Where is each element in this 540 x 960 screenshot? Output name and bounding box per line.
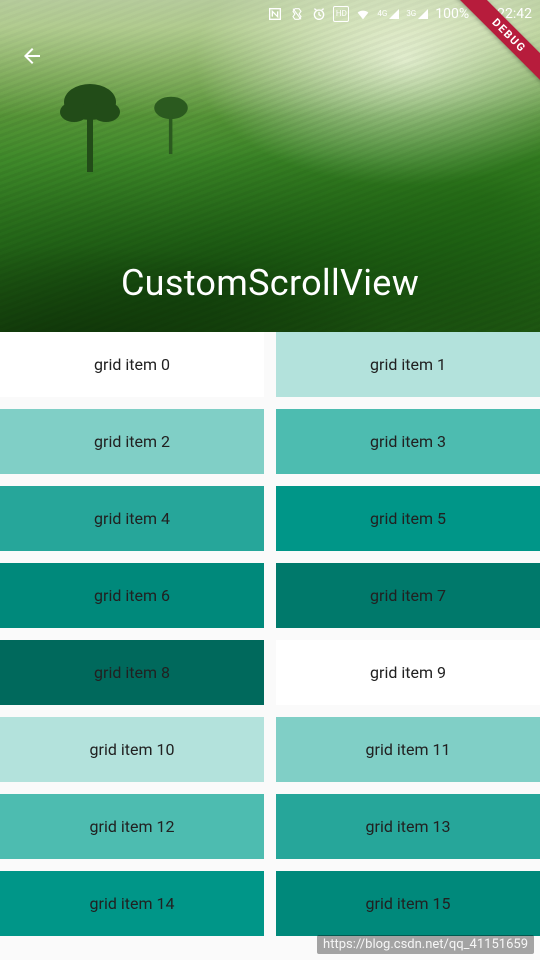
grid-item-label: grid item 4 <box>94 509 170 528</box>
grid-item[interactable]: grid item 6 <box>0 563 264 628</box>
grid-item-label: grid item 6 <box>94 586 170 605</box>
grid-item[interactable]: grid item 9 <box>276 640 540 705</box>
grid-item-label: grid item 8 <box>94 663 170 682</box>
grid-item-label: grid item 2 <box>94 432 170 451</box>
hd-icon: HD <box>333 6 349 22</box>
grid-item[interactable]: grid item 7 <box>276 563 540 628</box>
signal-4g-icon: 4G <box>377 6 400 22</box>
appbar-title: CustomScrollView <box>0 262 540 304</box>
grid-item-label: grid item 13 <box>366 817 451 836</box>
grid-item[interactable]: grid item 12 <box>0 794 264 859</box>
watermark-overlay: https://blog.csdn.net/qq_41151659 <box>317 935 534 954</box>
grid-item-label: grid item 9 <box>370 663 446 682</box>
vibrate-off-icon <box>289 6 305 22</box>
grid-item[interactable]: grid item 5 <box>276 486 540 551</box>
arrow-back-icon <box>20 44 44 72</box>
alarm-icon <box>311 6 327 22</box>
grid-item[interactable]: grid item 10 <box>0 717 264 782</box>
grid-item-label: grid item 1 <box>370 355 446 374</box>
header-tree-decoration <box>150 91 192 157</box>
wifi-icon <box>355 6 371 22</box>
grid-item-label: grid item 0 <box>94 355 170 374</box>
appbar-flexible-space: CustomScrollView <box>0 0 540 332</box>
grid-item-label: grid item 3 <box>370 432 446 451</box>
grid-item-label: grid item 11 <box>366 740 451 759</box>
grid-item[interactable]: grid item 0 <box>0 332 264 397</box>
grid-item[interactable]: grid item 14 <box>0 871 264 936</box>
status-bar: HD 4G 3G 100% 22:42 <box>0 0 540 28</box>
grid-item[interactable]: grid item 3 <box>276 409 540 474</box>
grid-item[interactable]: grid item 2 <box>0 409 264 474</box>
battery-percentage: 100% <box>435 6 469 22</box>
grid-item[interactable]: grid item 4 <box>0 486 264 551</box>
header-tree-decoration <box>60 82 120 172</box>
grid-item[interactable]: grid item 1 <box>276 332 540 397</box>
sliver-grid[interactable]: grid item 0 grid item 1 grid item 2 grid it… <box>0 332 540 936</box>
grid-item-label: grid item 15 <box>366 894 451 913</box>
grid-item[interactable]: grid item 13 <box>276 794 540 859</box>
grid-item-label: grid item 12 <box>90 817 175 836</box>
grid-item-label: grid item 10 <box>90 740 175 759</box>
grid-item-label: grid item 14 <box>90 894 175 913</box>
back-button[interactable] <box>16 42 48 74</box>
grid-item[interactable]: grid item 8 <box>0 640 264 705</box>
grid-item-label: grid item 7 <box>370 586 446 605</box>
grid-item-label: grid item 5 <box>370 509 446 528</box>
grid-item[interactable]: grid item 15 <box>276 871 540 936</box>
grid-item[interactable]: grid item 11 <box>276 717 540 782</box>
nfc-icon <box>267 6 283 22</box>
signal-3g-icon: 3G <box>406 6 429 22</box>
